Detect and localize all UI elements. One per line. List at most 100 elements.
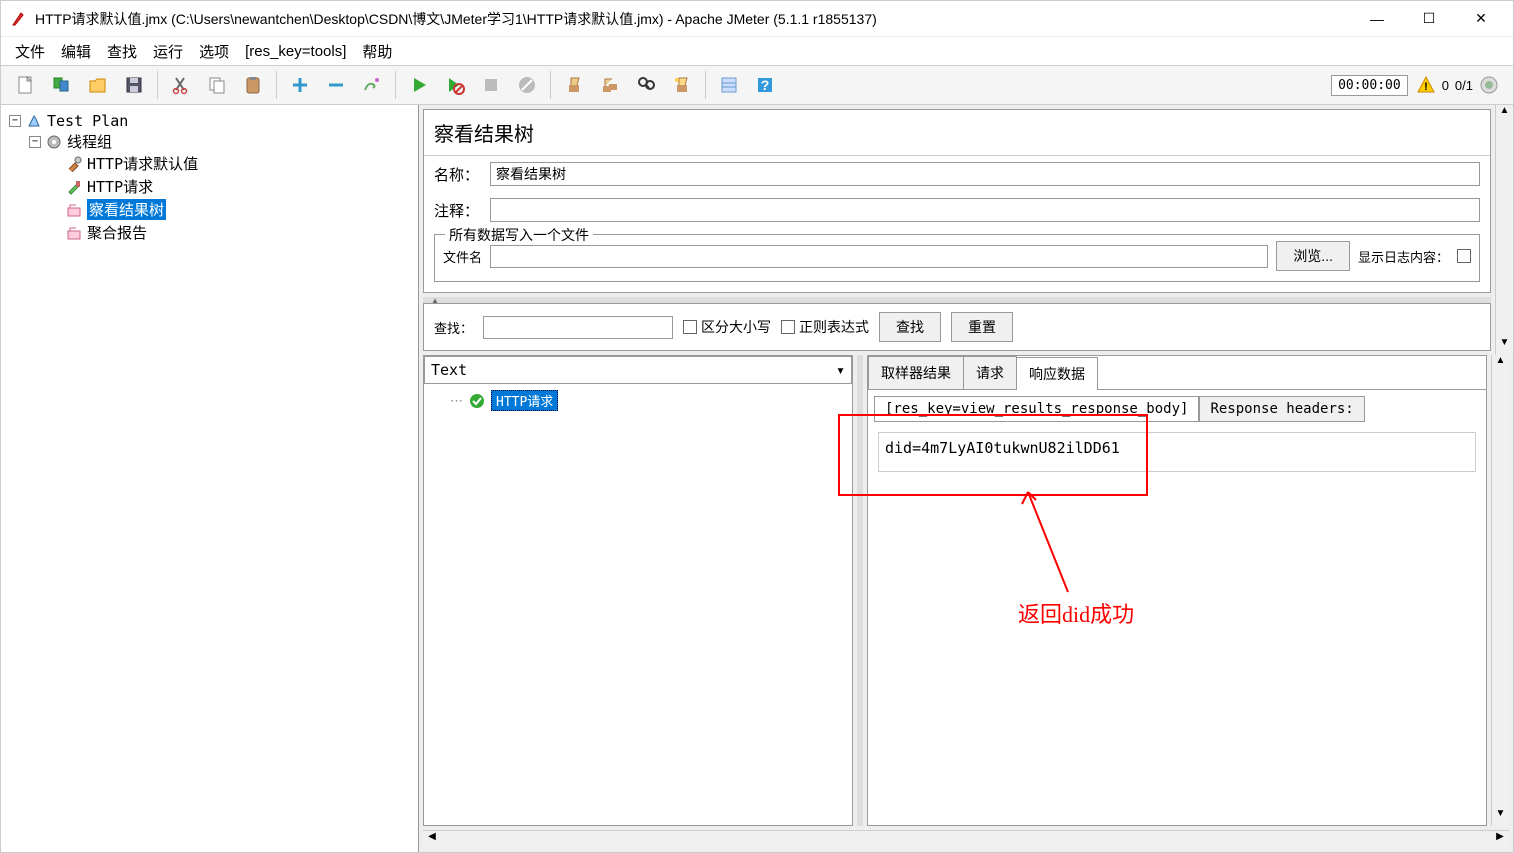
menu-help[interactable]: 帮助 bbox=[356, 39, 398, 64]
expand-button[interactable] bbox=[283, 68, 317, 102]
name-label: 名称： bbox=[434, 164, 482, 185]
templates-button[interactable] bbox=[45, 68, 79, 102]
comment-label: 注释： bbox=[434, 200, 482, 221]
vertical-splitter[interactable] bbox=[857, 355, 863, 826]
showlog-checkbox[interactable] bbox=[1457, 249, 1471, 263]
annotation-text: 返回did成功 bbox=[1018, 597, 1134, 629]
help-button[interactable]: ? bbox=[748, 68, 782, 102]
renderer-select[interactable]: Text▾ bbox=[424, 356, 852, 384]
reset-search-button[interactable] bbox=[665, 68, 699, 102]
report-icon bbox=[65, 224, 83, 242]
menu-edit[interactable]: 编辑 bbox=[55, 39, 97, 64]
reset-button[interactable]: 重置 bbox=[951, 312, 1013, 342]
svg-text:!: ! bbox=[1424, 81, 1428, 93]
search-label: 查找： bbox=[434, 318, 473, 337]
subtab-headers[interactable]: Response headers: bbox=[1199, 396, 1364, 422]
svg-text:?: ? bbox=[761, 77, 770, 93]
tree-item-results-tree[interactable]: 察看结果树 bbox=[49, 199, 414, 220]
clear-button[interactable] bbox=[557, 68, 591, 102]
result-item[interactable]: ⋯ HTTP请求 bbox=[430, 390, 846, 411]
annotation-arrow bbox=[1018, 482, 1078, 602]
tree-pane[interactable]: − Test Plan − 线程组 bbox=[1, 105, 419, 852]
case-label: 区分大小写 bbox=[701, 317, 771, 337]
config-panel: 察看结果树 名称： 注释： 所有数据写入一个文件 文件名 bbox=[423, 109, 1491, 293]
vertical-scrollbar[interactable]: ▲▼ bbox=[1495, 105, 1513, 355]
results-list[interactable]: ⋯ HTTP请求 bbox=[424, 384, 852, 825]
tree-threadgroup[interactable]: − 线程组 bbox=[29, 131, 414, 152]
regex-label: 正则表达式 bbox=[799, 317, 869, 337]
copy-button[interactable] bbox=[200, 68, 234, 102]
shutdown-button[interactable] bbox=[510, 68, 544, 102]
toggle-button[interactable] bbox=[355, 68, 389, 102]
menu-tools[interactable]: [res_key=tools] bbox=[239, 41, 352, 62]
gear-icon bbox=[45, 133, 63, 151]
start-no-pause-button[interactable] bbox=[438, 68, 472, 102]
menu-file[interactable]: 文件 bbox=[9, 39, 51, 64]
wrench-icon bbox=[65, 155, 83, 173]
fileset-legend: 所有数据写入一个文件 bbox=[445, 225, 593, 245]
tree-item-label: 聚合报告 bbox=[87, 222, 147, 243]
tree-root[interactable]: − Test Plan bbox=[9, 112, 414, 130]
name-input[interactable] bbox=[490, 162, 1480, 186]
response-body[interactable]: did=4m7LyAI0tukwnU82ilDD61 bbox=[878, 432, 1476, 472]
tree-item-label: 察看结果树 bbox=[87, 199, 166, 220]
chevron-down-icon: ▾ bbox=[836, 361, 845, 379]
results-right-pane: 取样器结果 请求 响应数据 [res_key=view_results_resp… bbox=[867, 355, 1487, 826]
warning-count: 0 bbox=[1442, 78, 1449, 93]
result-item-label: HTTP请求 bbox=[491, 390, 558, 411]
tab-sampler[interactable]: 取样器结果 bbox=[868, 356, 964, 389]
tree-item-http-request[interactable]: HTTP请求 bbox=[49, 176, 414, 197]
results-icon bbox=[65, 201, 83, 219]
maximize-button[interactable]: ☐ bbox=[1417, 7, 1441, 31]
tree-item-label: HTTP请求 bbox=[87, 176, 153, 197]
save-button[interactable] bbox=[117, 68, 151, 102]
toolbar: ? 00:00:00 ! 0 0/1 bbox=[1, 65, 1513, 105]
testplan-icon bbox=[25, 112, 43, 130]
horizontal-scrollbar[interactable]: ◀▶ bbox=[423, 830, 1509, 848]
filename-input[interactable] bbox=[490, 245, 1268, 268]
start-button[interactable] bbox=[402, 68, 436, 102]
tab-request[interactable]: 请求 bbox=[963, 356, 1017, 389]
close-button[interactable]: ✕ bbox=[1469, 7, 1493, 31]
menu-run[interactable]: 运行 bbox=[147, 39, 189, 64]
tree-threadgroup-label: 线程组 bbox=[67, 131, 112, 152]
showlog-label: 显示日志内容： bbox=[1358, 247, 1449, 266]
regex-checkbox[interactable] bbox=[781, 320, 795, 334]
do-search-button[interactable]: 查找 bbox=[879, 312, 941, 342]
search-button[interactable] bbox=[629, 68, 663, 102]
search-bar: 查找： 区分大小写 正则表达式 查找 重置 bbox=[423, 303, 1491, 351]
menu-search[interactable]: 查找 bbox=[101, 39, 143, 64]
open-button[interactable] bbox=[81, 68, 115, 102]
tab-response[interactable]: 响应数据 bbox=[1016, 357, 1098, 390]
menu-options[interactable]: 选项 bbox=[193, 39, 235, 64]
collapse-button[interactable] bbox=[319, 68, 353, 102]
thread-count: 0/1 bbox=[1455, 78, 1473, 93]
window-title: HTTP请求默认值.jmx (C:\Users\newantchen\Deskt… bbox=[35, 9, 1365, 29]
browse-button[interactable]: 浏览... bbox=[1276, 241, 1350, 271]
vertical-scrollbar[interactable]: ▲▼ bbox=[1491, 355, 1509, 826]
titlebar: HTTP请求默认值.jmx (C:\Users\newantchen\Deskt… bbox=[1, 1, 1513, 37]
cut-button[interactable] bbox=[164, 68, 198, 102]
tree-item-label: HTTP请求默认值 bbox=[87, 153, 198, 174]
clear-all-button[interactable] bbox=[593, 68, 627, 102]
timer-display: 00:00:00 bbox=[1331, 75, 1408, 96]
comment-input[interactable] bbox=[490, 198, 1480, 222]
minimize-button[interactable]: — bbox=[1365, 7, 1389, 31]
function-helper-button[interactable] bbox=[712, 68, 746, 102]
collapse-icon[interactable]: − bbox=[29, 136, 41, 148]
pipette-icon bbox=[65, 178, 83, 196]
case-checkbox[interactable] bbox=[683, 320, 697, 334]
paste-button[interactable] bbox=[236, 68, 270, 102]
results-left-pane: Text▾ ⋯ HTTP请求 bbox=[423, 355, 853, 826]
stop-button[interactable] bbox=[474, 68, 508, 102]
success-icon bbox=[469, 393, 485, 409]
tree-root-label: Test Plan bbox=[47, 112, 128, 130]
tree-item-http-defaults[interactable]: HTTP请求默认值 bbox=[49, 153, 414, 174]
tree-item-aggregate[interactable]: 聚合报告 bbox=[49, 222, 414, 243]
panel-title: 察看结果树 bbox=[424, 110, 1490, 156]
status-icon bbox=[1479, 75, 1499, 95]
collapse-icon[interactable]: − bbox=[9, 115, 21, 127]
new-button[interactable] bbox=[9, 68, 43, 102]
search-input[interactable] bbox=[483, 316, 673, 339]
subtab-body[interactable]: [res_key=view_results_response_body] bbox=[874, 396, 1199, 422]
